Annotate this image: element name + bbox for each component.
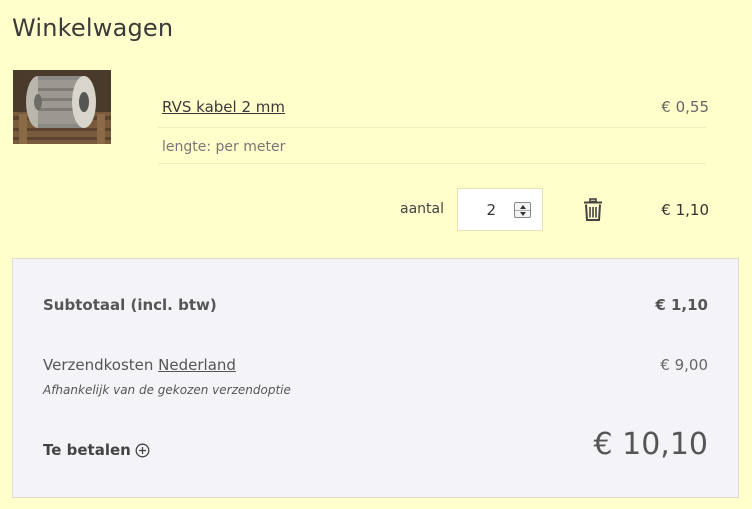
shipping-country-link[interactable]: Nederland — [158, 356, 236, 374]
product-name-link[interactable]: RVS kabel 2 mm — [162, 98, 285, 116]
line-total: € 1,10 — [661, 201, 709, 219]
shopping-cart-page: Winkelwagen RVS kabel 2 mm € 0,55 lengte… — [0, 0, 752, 509]
quantity-label: aantal — [400, 201, 444, 217]
unit-price: € 0,55 — [661, 98, 709, 116]
product-option: lengte: per meter — [162, 139, 286, 155]
plus-circle-icon[interactable] — [135, 443, 150, 458]
decrement-button[interactable] — [515, 210, 530, 217]
quantity-stepper[interactable]: 2 — [457, 188, 543, 231]
order-summary: Subtotaal (incl. btw) € 1,10 Verzendkost… — [12, 258, 739, 498]
divider — [158, 163, 706, 164]
subtotal-label: Subtotaal (incl. btw) — [43, 296, 217, 314]
product-image[interactable] — [13, 70, 111, 144]
total-label-row: Te betalen — [43, 441, 150, 459]
quantity-value[interactable]: 2 — [484, 201, 496, 219]
shipping-value: € 9,00 — [660, 356, 708, 374]
trash-icon[interactable] — [583, 198, 603, 222]
chevron-up-icon — [519, 204, 526, 209]
shipping-label-row: Verzendkosten Nederland — [43, 356, 236, 374]
cable-reel-photo-icon — [13, 70, 111, 144]
chevron-down-icon — [519, 211, 526, 216]
total-value: € 10,10 — [593, 427, 708, 462]
shipping-note: Afhankelijk van de gekozen verzendoptie — [43, 383, 291, 397]
total-label: Te betalen — [43, 441, 131, 459]
subtotal-value: € 1,10 — [655, 296, 708, 314]
quantity-spinner[interactable] — [514, 202, 531, 218]
shipping-label: Verzendkosten — [43, 356, 154, 374]
divider — [158, 127, 706, 128]
page-title: Winkelwagen — [12, 14, 174, 42]
